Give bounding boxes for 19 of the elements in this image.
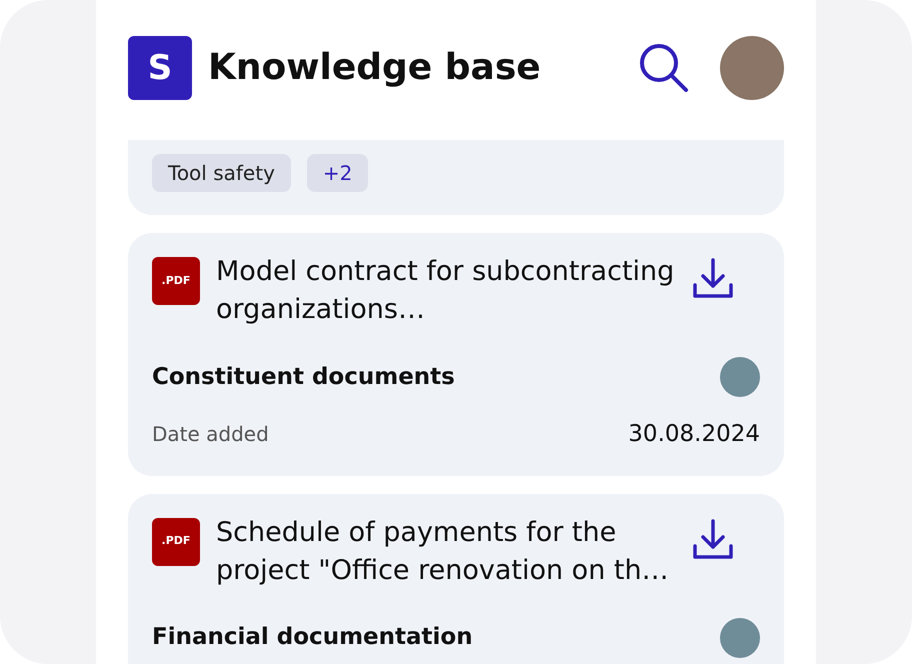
download-icon[interactable]: [692, 257, 734, 299]
more-tags-badge[interactable]: +2: [306, 154, 368, 192]
pdf-file-icon: .PDF: [152, 257, 200, 305]
pdf-file-icon: .PDF: [152, 518, 200, 566]
document-card[interactable]: .PDF Model contract for subcontracting organizations… Constituent documents Date added 30.08.2024: [128, 233, 784, 476]
page-title: Knowledge base: [208, 46, 541, 90]
date-label: Date added: [152, 421, 269, 448]
document-category: Constituent documents: [152, 362, 455, 392]
download-icon[interactable]: [692, 518, 734, 560]
document-card[interactable]: .PDF Schedule of payments for the project "Office renovation on th… Financial documentation: [128, 494, 784, 664]
date-value: 30.08.2024: [628, 420, 760, 449]
search-icon[interactable]: [638, 42, 690, 94]
author-avatar: [720, 618, 760, 658]
app-logo: S: [128, 36, 192, 100]
document-category: Financial documentation: [152, 623, 473, 652]
author-avatar: [720, 357, 760, 397]
tag-chip[interactable]: Tool safety: [152, 154, 291, 192]
document-title: Model contract for subcontracting organizations…: [216, 255, 676, 327]
document-title: Schedule of payments for the project "Office renovation on th…: [216, 516, 670, 588]
